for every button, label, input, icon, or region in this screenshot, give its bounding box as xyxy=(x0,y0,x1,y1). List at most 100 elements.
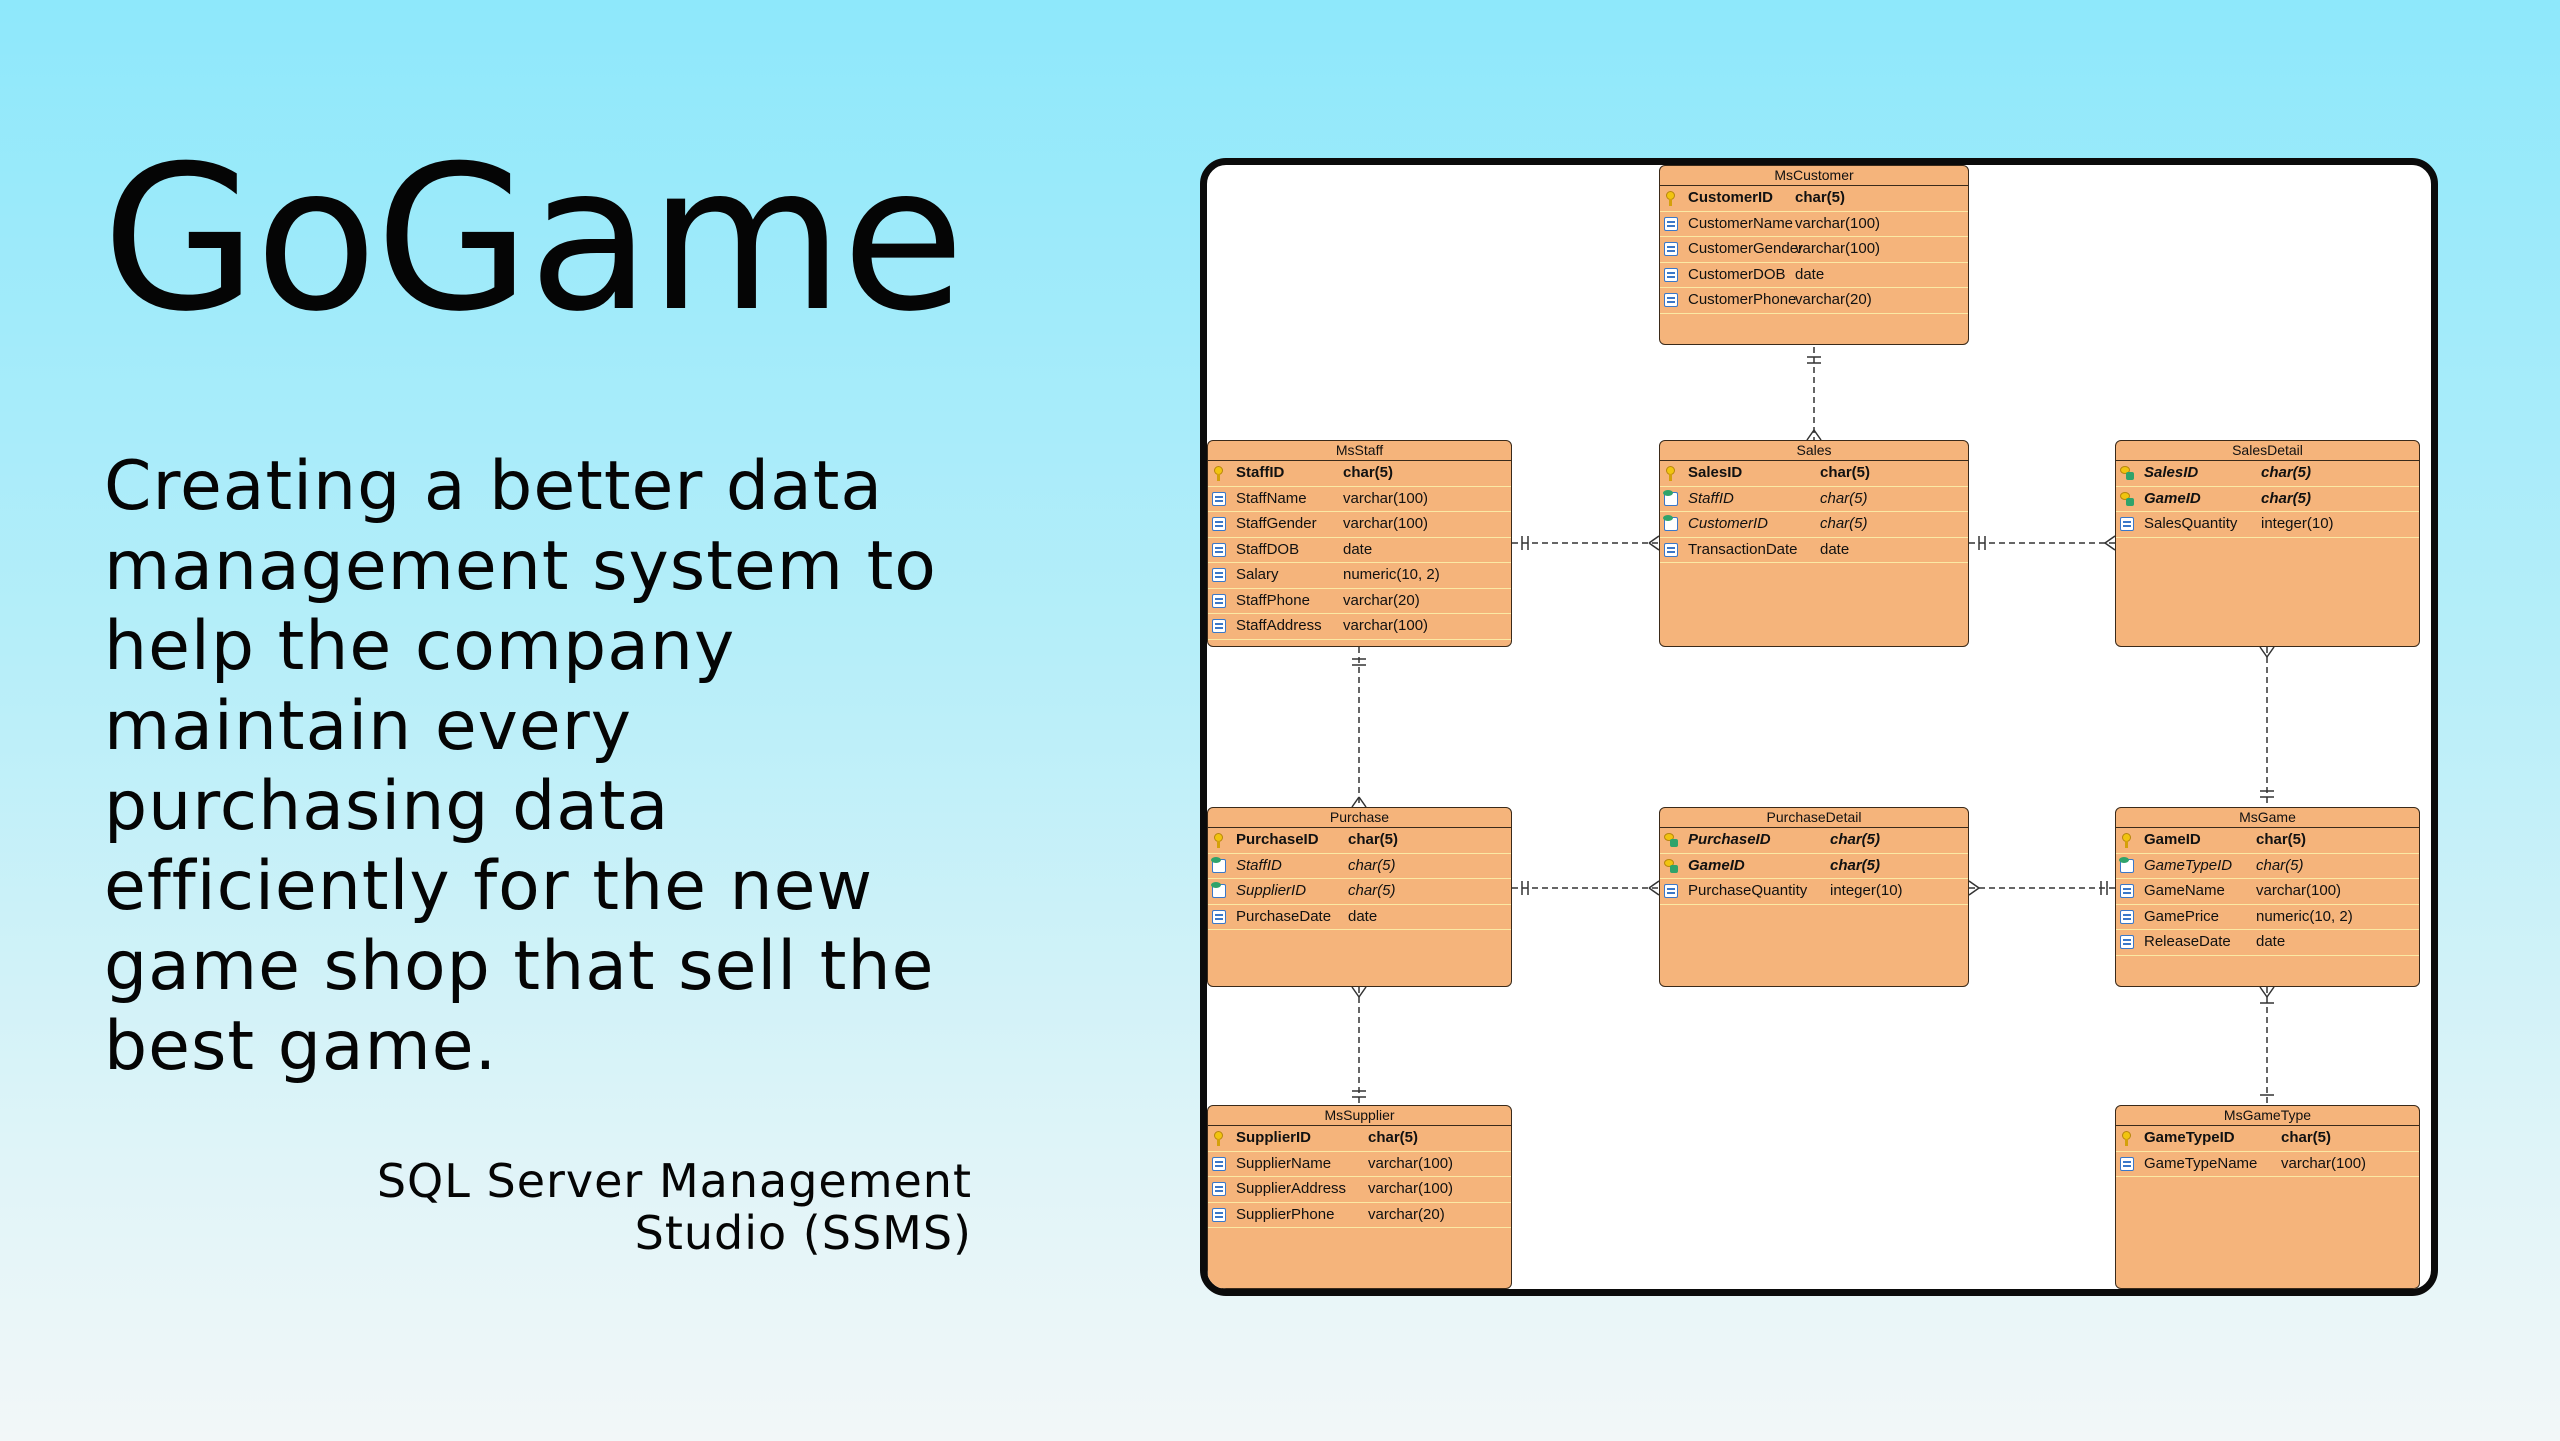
column-row[interactable]: SupplierID char(5) xyxy=(1208,879,1511,905)
column-row[interactable]: GameID char(5) xyxy=(1660,854,1968,879)
column-row[interactable]: GamePrice numeric(10, 2) xyxy=(2116,905,2419,930)
column-name: StaffGender xyxy=(1236,515,1317,532)
entity-mssupplier[interactable]: MsSupplier SupplierID char(5) SupplierName v… xyxy=(1207,1105,1512,1289)
column-row[interactable]: TransactionDate date xyxy=(1660,538,1968,563)
column-row[interactable]: StaffID char(5) xyxy=(1208,461,1511,487)
entity-name: MsSupplier xyxy=(1208,1106,1511,1126)
column-row[interactable]: StaffAddress varchar(100) xyxy=(1208,614,1511,640)
column-name: GameTypeID xyxy=(2144,856,2233,874)
column-row[interactable]: SalesQuantity integer(10) xyxy=(2116,512,2419,538)
column-row[interactable]: StaffPhone varchar(20) xyxy=(1208,589,1511,614)
column-row[interactable]: CustomerPhone varchar(20) xyxy=(1660,288,1968,314)
column-row[interactable]: PurchaseID char(5) xyxy=(1208,828,1511,854)
column-type: varchar(20) xyxy=(1343,591,1420,609)
primary-foreign-key-icon xyxy=(2120,491,2134,506)
column-name: PurchaseQuantity xyxy=(1688,882,1808,899)
foreign-key-icon xyxy=(1211,856,1226,873)
entity-name: Purchase xyxy=(1208,808,1511,828)
column-name: SupplierName xyxy=(1236,1154,1332,1172)
column-name: SupplierAddress xyxy=(1236,1180,1347,1197)
column-type: char(5) xyxy=(1820,515,1868,532)
column-icon xyxy=(1664,242,1678,256)
column-row[interactable]: GameTypeID char(5) xyxy=(2116,1126,2419,1152)
entity-mscustomer[interactable]: MsCustomer CustomerID char(5) CustomerName v… xyxy=(1659,165,1969,345)
entity-msstaff[interactable]: MsStaff StaffID char(5) StaffName varchar(10… xyxy=(1207,440,1512,647)
column-type: integer(10) xyxy=(1830,882,1903,899)
foreign-key-icon xyxy=(1663,515,1678,531)
column-type: date xyxy=(1795,265,1825,283)
entity-msgametype[interactable]: MsGameType GameTypeID char(5) GameTypeName v… xyxy=(2115,1105,2420,1289)
column-type: char(5) xyxy=(1343,464,1394,481)
column-row[interactable]: StaffName varchar(100) xyxy=(1208,487,1511,512)
column-icon xyxy=(2120,1156,2134,1171)
foreign-key-icon xyxy=(1211,882,1226,898)
column-row[interactable]: CustomerID char(5) xyxy=(1660,512,1968,538)
column-type: varchar(100) xyxy=(1343,515,1429,532)
column-row[interactable]: GameTypeName varchar(100) xyxy=(2116,1152,2419,1177)
column-icon xyxy=(1664,216,1678,231)
column-name: PurchaseID xyxy=(1236,831,1319,848)
column-name: CustomerID xyxy=(1688,515,1769,532)
column-row[interactable]: StaffID char(5) xyxy=(1660,487,1968,512)
column-icon xyxy=(1212,1182,1226,1196)
column-type: varchar(100) xyxy=(1795,214,1881,232)
column-row[interactable]: StaffDOB date xyxy=(1208,538,1511,563)
column-name: CustomerID xyxy=(1688,189,1774,206)
column-row[interactable]: SalesID char(5) xyxy=(2116,461,2419,487)
column-name: CustomerDOB xyxy=(1688,265,1786,283)
column-row[interactable]: CustomerName varchar(100) xyxy=(1660,212,1968,237)
column-name: SalesID xyxy=(2144,464,2199,481)
column-row[interactable]: SupplierID char(5) xyxy=(1208,1126,1511,1152)
column-row[interactable]: GameID char(5) xyxy=(2116,828,2419,854)
column-row[interactable]: GameTypeID char(5) xyxy=(2116,854,2419,879)
entity-name: Sales xyxy=(1660,441,1968,461)
column-type: char(5) xyxy=(1830,856,1881,874)
column-row[interactable]: GameID char(5) xyxy=(2116,487,2419,512)
column-row[interactable]: SalesID char(5) xyxy=(1660,461,1968,487)
column-row[interactable]: GameName varchar(100) xyxy=(2116,879,2419,905)
column-type: date xyxy=(2256,933,2286,950)
tool-caption: SQL Server Management Studio (SSMS) xyxy=(376,1154,972,1260)
primary-key-icon xyxy=(2120,833,2134,848)
column-name: Salary xyxy=(1236,566,1279,583)
column-row[interactable]: SupplierAddress varchar(100) xyxy=(1208,1177,1511,1203)
column-row[interactable]: Salary numeric(10, 2) xyxy=(1208,563,1511,589)
column-row[interactable]: SupplierName varchar(100) xyxy=(1208,1152,1511,1177)
column-row[interactable]: CustomerID char(5) xyxy=(1660,186,1968,212)
entity-sales[interactable]: Sales SalesID char(5) StaffID char(5) Custome… xyxy=(1659,440,1969,647)
column-row[interactable]: SupplierPhone varchar(20) xyxy=(1208,1203,1511,1228)
column-name: GameTypeName xyxy=(2144,1154,2258,1172)
column-type: date xyxy=(1343,540,1373,558)
column-type: numeric(10, 2) xyxy=(2256,907,2353,925)
column-type: char(5) xyxy=(1830,831,1881,848)
column-name: SupplierID xyxy=(1236,1129,1312,1146)
primary-foreign-key-icon xyxy=(1664,858,1678,873)
column-row[interactable]: PurchaseQuantity integer(10) xyxy=(1660,879,1968,905)
entity-msgame[interactable]: MsGame GameID char(5) GameTypeID char(5) Game… xyxy=(2115,807,2420,987)
column-icon xyxy=(1212,542,1226,557)
column-row[interactable]: PurchaseID char(5) xyxy=(1660,828,1968,854)
entity-purchase[interactable]: Purchase PurchaseID char(5) StaffID char(5) S… xyxy=(1207,807,1512,987)
foreign-key-icon xyxy=(2119,856,2134,873)
primary-key-icon xyxy=(2120,1131,2134,1146)
column-type: integer(10) xyxy=(2261,515,2334,532)
column-name: StaffID xyxy=(1236,856,1282,874)
column-icon xyxy=(1664,293,1678,307)
primary-foreign-key-icon xyxy=(2120,466,2134,480)
foreign-key-icon xyxy=(1663,489,1678,506)
column-name: SalesQuantity xyxy=(2144,515,2238,532)
column-row[interactable]: StaffGender varchar(100) xyxy=(1208,512,1511,538)
column-row[interactable]: ReleaseDate date xyxy=(2116,930,2419,956)
column-type: varchar(100) xyxy=(2281,1154,2367,1172)
column-row[interactable]: CustomerDOB date xyxy=(1660,263,1968,288)
column-icon xyxy=(1212,517,1226,531)
entity-salesdetail[interactable]: SalesDetail SalesID char(5) GameID char(5) Sa… xyxy=(2115,440,2420,647)
column-row[interactable]: StaffID char(5) xyxy=(1208,854,1511,879)
primary-key-icon xyxy=(1664,466,1678,481)
column-row[interactable]: CustomerGender varchar(100) xyxy=(1660,237,1968,263)
column-row[interactable]: PurchaseDate date xyxy=(1208,905,1511,930)
column-type: char(5) xyxy=(2261,464,2312,481)
primary-key-icon xyxy=(1212,833,1226,848)
entity-purchasedetail[interactable]: PurchaseDetail PurchaseID char(5) GameID cha… xyxy=(1659,807,1969,987)
column-icon xyxy=(2120,935,2134,949)
